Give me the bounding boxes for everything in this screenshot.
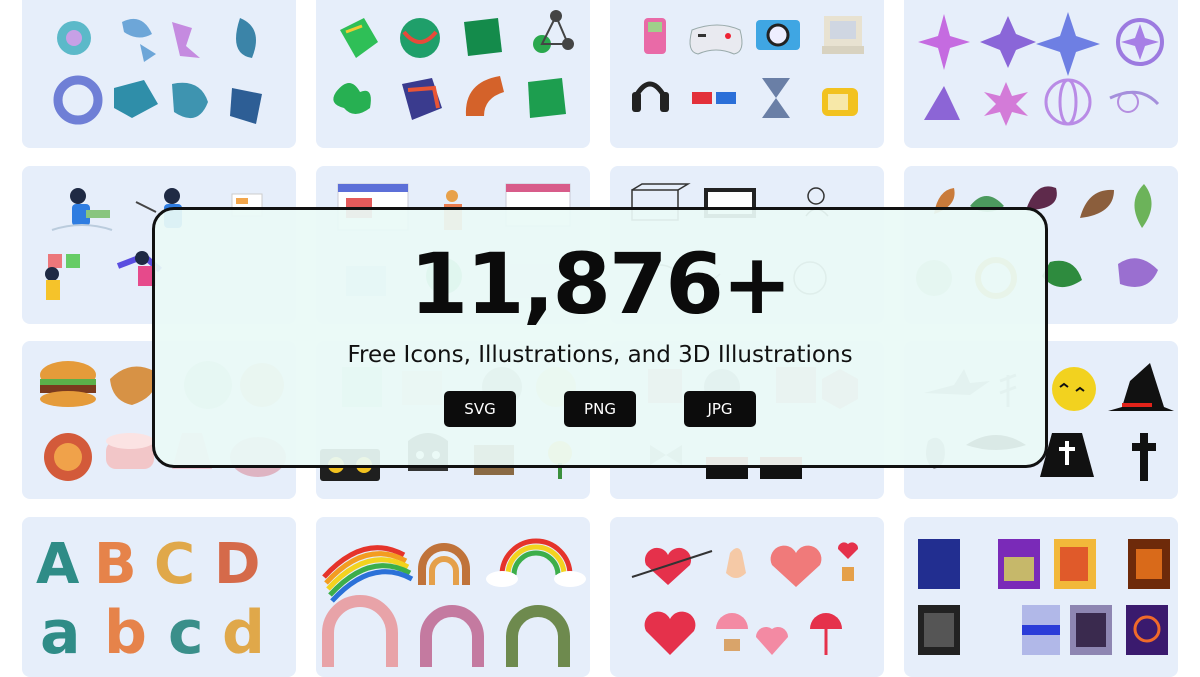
pack-card-abstract-textures[interactable] xyxy=(904,517,1178,677)
pack-card-love-hearts[interactable] xyxy=(610,517,884,677)
pack-card-iridescent-objects[interactable] xyxy=(316,0,590,148)
chrome-stars-artwork xyxy=(918,12,1164,126)
pack-card-chrome-stars[interactable] xyxy=(904,0,1178,148)
pack-card-holographic-shapes[interactable] xyxy=(22,0,296,148)
pattern-alphabet-artwork: A B C D a b c d xyxy=(36,532,265,668)
abstract-textures-artwork xyxy=(918,539,1170,655)
svg-text:d: d xyxy=(222,598,265,668)
format-badges: SVG PNG JPG xyxy=(155,391,1045,427)
format-badge-jpg[interactable]: JPG xyxy=(684,391,756,427)
svg-text:A: A xyxy=(36,532,80,597)
boho-rainbows-artwork xyxy=(322,538,586,667)
svg-text:D: D xyxy=(214,532,260,597)
pack-card-retro-gadgets[interactable] xyxy=(610,0,884,148)
pack-card-boho-rainbows[interactable] xyxy=(316,517,590,677)
holographic-shapes-artwork xyxy=(53,18,262,125)
format-badge-svg[interactable]: SVG xyxy=(444,391,516,427)
pack-card-pattern-alphabet[interactable]: A B C D a b c d xyxy=(22,517,296,677)
love-hearts-artwork xyxy=(631,542,859,655)
svg-text:a: a xyxy=(40,598,81,668)
hero-subtitle: Free Icons, Illustrations, and 3D Illust… xyxy=(347,342,853,368)
hero-panel: 11,876+ Free Icons, Illustrations, and 3… xyxy=(152,207,1048,468)
retro-gadgets-artwork xyxy=(632,16,864,118)
iridescent-objects-artwork xyxy=(333,10,574,120)
svg-text:C: C xyxy=(154,532,195,597)
svg-text:c: c xyxy=(168,598,204,668)
svg-text:b: b xyxy=(104,598,147,668)
svg-text:B: B xyxy=(94,532,137,597)
resource-count: 11,876+ xyxy=(409,235,793,333)
format-badge-png[interactable]: PNG xyxy=(564,391,636,427)
